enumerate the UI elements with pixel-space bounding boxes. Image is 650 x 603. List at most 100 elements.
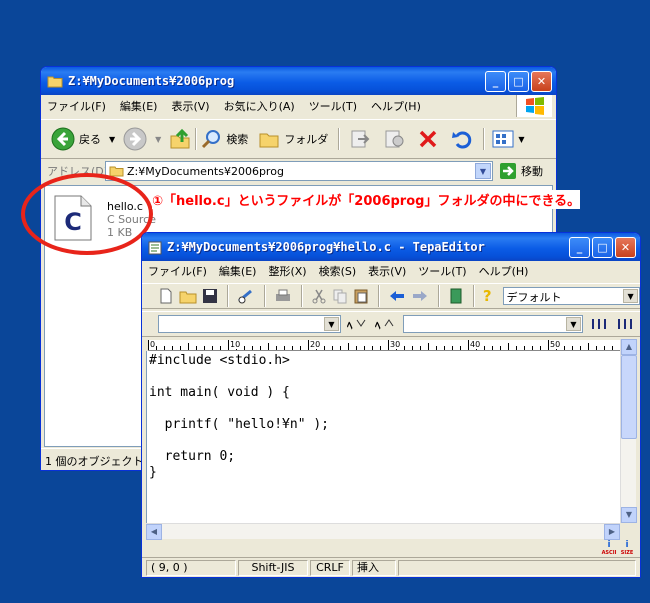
toolbar-separator [195,128,197,150]
font-select-value: デフォルト [506,291,562,304]
maximize-button[interactable]: □ [592,237,613,258]
vertical-scrollbar[interactable]: ▲ ▼ [620,339,637,523]
search-icon[interactable] [200,128,222,150]
up-folder-icon[interactable] [169,128,191,150]
code-editor[interactable]: #include <stdio.h> int main( void ) { pr… [146,351,624,523]
menu-edit[interactable]: 編集(E) [219,263,257,279]
size-label: SIZE [620,550,634,556]
horizontal-scrollbar[interactable]: ◀ ▶ [146,523,620,540]
folders-button-label[interactable]: フォルダ [284,131,328,147]
copy-icon[interactable] [332,288,348,304]
forward-dropdown-icon[interactable]: ▼ [155,135,161,144]
menu-file[interactable]: ファイル(F) [148,263,207,279]
ascii-icon[interactable]: i ASCII [601,541,617,557]
address-input[interactable]: Z:¥MyDocuments¥2006prog ▼ [105,161,493,181]
help-icon[interactable]: ? [483,287,492,305]
explorer-title: Z:¥MyDocuments¥2006prog [68,74,235,88]
encoding-status[interactable]: Shift-JIS [238,560,308,576]
chevron-down-icon[interactable]: ▼ [566,317,581,331]
copy-to-icon[interactable] [383,128,405,150]
forward-arrow-icon[interactable] [411,288,429,304]
menu-tools[interactable]: ツール(T) [309,98,357,114]
go-button-label[interactable]: 移動 [521,163,543,179]
status-empty-cell [398,560,636,576]
insert-mode-status[interactable]: 挿入 [352,560,396,576]
explorer-titlebar[interactable]: Z:¥MyDocuments¥2006prog _ □ ✕ [41,67,556,95]
maximize-button[interactable]: □ [508,71,529,92]
scroll-left-button[interactable]: ◀ [146,524,162,540]
search-combo[interactable]: ▼ [158,315,341,333]
find-prev-icon[interactable]: ﾍ [375,316,397,332]
back-button-label[interactable]: 戻る [79,131,101,147]
editor-toolbar: ? デフォルト ▼ [142,283,640,309]
scroll-right-button[interactable]: ▶ [604,524,620,540]
views-dropdown-icon[interactable]: ▼ [518,135,524,144]
chevron-down-icon[interactable]: ▼ [623,289,639,303]
menu-view[interactable]: 表示(V) [171,98,209,114]
toolbar-separator [263,285,265,307]
chevron-down-icon[interactable]: ▼ [324,317,339,331]
editor-menubar: ファイル(F) 編集(E) 整形(X) 検索(S) 表示(V) ツール(T) ヘ… [142,261,640,281]
menu-search[interactable]: 検索(S) [319,263,357,279]
code-line: return 0; [149,449,236,464]
menu-edit[interactable]: 編集(E) [120,98,158,114]
back-dropdown-icon[interactable]: ▼ [109,135,115,144]
editor-window: Z:¥MyDocuments¥2006prog¥hello.c - TepaEd… [141,232,641,578]
menu-file[interactable]: ファイル(F) [47,98,106,114]
ruler-label: 10 [230,340,241,349]
address-dropdown-icon[interactable]: ▼ [475,163,491,179]
code-line: printf( "hello!¥n" ); [149,417,330,432]
menu-tools[interactable]: ツール(T) [418,263,466,279]
save-icon[interactable] [202,288,218,304]
ruler-label: 20 [310,340,321,349]
folders-icon[interactable] [258,129,280,149]
new-file-icon[interactable] [158,288,174,304]
find-next-icon[interactable]: ﾍ [347,316,369,332]
newline-status[interactable]: CRLF [310,560,350,576]
scroll-up-button[interactable]: ▲ [621,339,637,355]
menu-favorites[interactable]: お気に入り(A) [224,98,295,114]
replace-next-icon[interactable] [589,316,609,332]
paste-icon[interactable] [353,288,369,304]
svg-text:ﾍ: ﾍ [375,319,381,332]
back-arrow-icon[interactable] [51,127,75,151]
close-button[interactable]: ✕ [531,71,552,92]
forward-arrow-icon[interactable] [123,127,147,151]
scroll-thumb[interactable] [621,355,637,439]
print-icon[interactable] [274,288,292,304]
font-select[interactable]: デフォルト ▼ [502,287,640,305]
go-arrow-icon[interactable] [499,162,517,180]
column-ruler: 0 10 20 30 40 50 [148,340,622,351]
views-icon[interactable] [492,129,514,149]
menu-help[interactable]: ヘルプ(H) [371,98,421,114]
folder-icon [47,74,63,88]
menu-format[interactable]: 整形(X) [268,263,306,279]
move-to-icon[interactable] [349,128,371,150]
back-arrow-icon[interactable] [388,288,406,304]
size-icon[interactable]: i SIZE [619,541,635,557]
undo-icon[interactable] [451,128,473,150]
cut-icon[interactable] [311,288,327,304]
book-icon[interactable] [448,288,464,304]
delete-icon[interactable] [417,128,439,150]
open-folder-icon[interactable] [179,288,197,304]
menu-view[interactable]: 表示(V) [368,263,406,279]
code-line: #include <stdio.h> [149,353,290,368]
annotation-circle [21,173,153,255]
toolbar-separator [338,128,340,150]
menu-help[interactable]: ヘルプ(H) [479,263,529,279]
replace-all-icon[interactable] [615,316,635,332]
toolbar-separator [377,285,379,307]
explorer-menubar: ファイル(F) 編集(E) 表示(V) お気に入り(A) ツール(T) ヘルプ(… [41,96,556,116]
find-icon[interactable] [237,288,255,304]
toolbar-separator [300,285,302,307]
replace-combo[interactable]: ▼ [403,315,583,333]
address-value: Z:¥MyDocuments¥2006prog [127,164,284,178]
editor-titlebar[interactable]: Z:¥MyDocuments¥2006prog¥hello.c - TepaEd… [142,233,640,261]
close-button[interactable]: ✕ [615,237,636,258]
minimize-button[interactable]: _ [569,237,590,258]
ascii-label: ASCII [601,550,617,556]
scroll-down-button[interactable]: ▼ [621,507,637,523]
search-button-label[interactable]: 検索 [226,131,248,147]
minimize-button[interactable]: _ [485,71,506,92]
